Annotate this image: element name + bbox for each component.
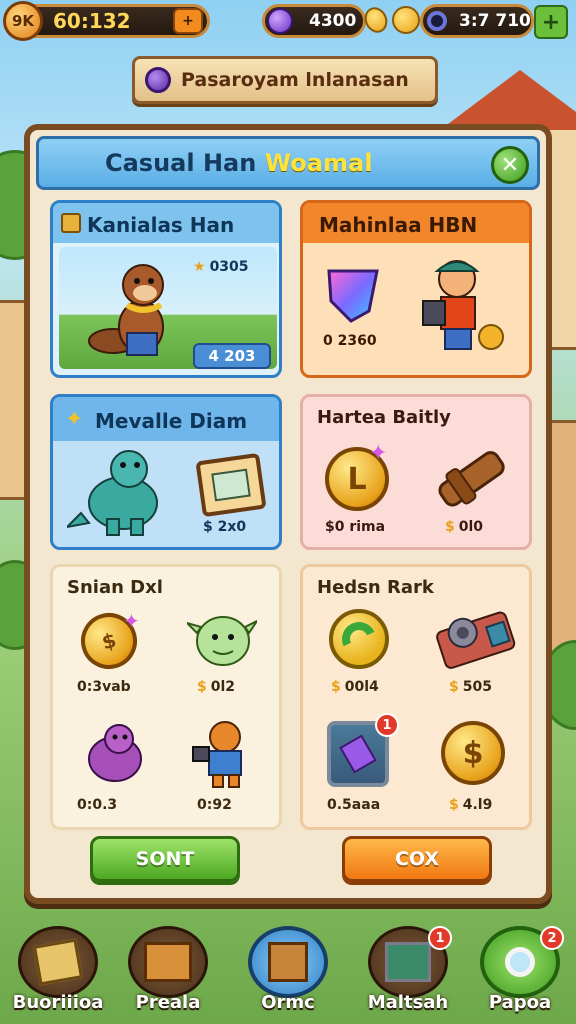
notification-badge: 2: [540, 926, 564, 950]
gem-icon: [267, 8, 293, 34]
sparkle-icon: ✦: [123, 609, 140, 633]
item-price: 0:92: [197, 797, 232, 813]
close-button[interactable]: ✕: [491, 146, 529, 184]
panel-title-highlight: Woamal: [264, 149, 373, 177]
ring-icon: [427, 11, 447, 31]
currency-icons: [360, 4, 420, 36]
card-title: Hartea Baitly: [317, 407, 451, 428]
dollar-coin-icon: $: [441, 721, 505, 785]
machine-gadget-icon: [436, 611, 516, 669]
item-price: 0.5aaa: [327, 797, 381, 813]
nav-item-maltsah[interactable]: 1 Maltsah: [354, 920, 462, 1024]
shop-panel: Casual Han Woamal ✕ Kanialas Han ★ 0305 4…: [24, 124, 552, 904]
card-title: Snian Dxl: [67, 577, 163, 598]
dragon-character-icon: [67, 450, 158, 536]
card-price: 0 2360: [323, 333, 377, 349]
item-price: $0l2: [197, 679, 236, 695]
shop-card-mevalle-diam[interactable]: Mevalle Diam ✦ $ 2x0: [50, 394, 282, 550]
timer-text: 60:132: [53, 9, 131, 33]
coin-counter: 3:7 710: [420, 4, 534, 38]
card-title: Mevalle Diam: [95, 409, 248, 433]
top-resource-bar: 9K 60:132 + 4300 3:7 710 +: [0, 0, 576, 44]
card-price-top: ★ 0305: [193, 259, 249, 275]
item-price: $4.l9: [449, 797, 493, 813]
level-badge: 9K: [3, 1, 43, 41]
wooden-log-icon: [438, 451, 505, 507]
gift-box-icon: [248, 926, 328, 998]
nav-label: Maltsah: [367, 992, 449, 1013]
panel-header: Casual Han Woamal ✕: [36, 136, 540, 190]
gold-leaf-icon: [360, 4, 392, 36]
box-icon: [128, 926, 208, 998]
green-arrow-coin-icon: [329, 609, 389, 669]
level-timer-pill: 9K 60:132 +: [3, 1, 210, 41]
card-title: Mahinlaa HBN: [319, 213, 478, 237]
sort-button[interactable]: SONT: [90, 836, 240, 882]
add-time-button[interactable]: +: [173, 8, 203, 34]
card-title: Kanialas Han: [87, 213, 235, 237]
gem-count: 4300: [309, 11, 357, 31]
shop-card-mahinlaa-hbn[interactable]: Mahinlaa HBN 0 2360: [300, 200, 532, 378]
map-tablet-icon: [195, 452, 267, 518]
card-price: $ 2x0: [203, 519, 247, 535]
card-buy-price[interactable]: 4 203: [193, 343, 271, 369]
card-price-right: $0l0: [445, 519, 484, 535]
rainbow-gem-icon: [327, 269, 379, 323]
shop-card-hedsn-rark[interactable]: Hedsn Rark $00l4 $505 1 0.5aaa $ $4.l9: [300, 564, 532, 830]
shop-card-hartea-baitly[interactable]: Hartea Baitly L ✦ $0 rima $0l0: [300, 394, 532, 550]
nav-item-papoa[interactable]: 2 Papoa: [466, 920, 574, 1024]
explorer-character-icon: [422, 260, 504, 350]
gem-counter: 4300: [262, 4, 366, 38]
nav-label: Papoa: [488, 992, 552, 1013]
smiley-coin-icon: [392, 6, 420, 34]
sparkle-icon: ✦: [65, 407, 84, 432]
notification-badge: 1: [428, 926, 452, 950]
event-banner[interactable]: Pasaroyam lnlanasan: [132, 56, 438, 104]
beaver-character-icon: [88, 264, 164, 356]
nav-item-buoriiioa[interactable]: Buoriiioa: [4, 920, 112, 1024]
item-price: $505: [449, 679, 492, 695]
bottom-nav: Buoriiioa Preala Ormc 1 Maltsah 2 Papoa: [0, 920, 576, 1024]
goblin-head-icon: [187, 616, 257, 666]
card-price-left: $0 rima: [325, 519, 386, 535]
purple-creature-icon: [88, 724, 142, 782]
cox-button[interactable]: COX: [342, 836, 492, 882]
item-price: 0:3vab: [77, 679, 131, 695]
shop-card-snian-dxl[interactable]: Snian Dxl $ ✦ 0:3vab $0l2 0:0.3 0:92: [50, 564, 282, 830]
coin-count: 3:7 710: [459, 11, 531, 31]
crate-icon: [18, 926, 98, 998]
add-currency-button[interactable]: +: [534, 5, 568, 39]
item-price: $00l4: [331, 679, 379, 695]
nav-label: Buoriiioa: [12, 992, 104, 1013]
bear-character-icon: [192, 721, 242, 788]
panel-title-main: Casual Han: [105, 149, 257, 177]
star-icon: ★: [193, 259, 206, 275]
shop-card-kanialas-han[interactable]: Kanialas Han ★ 0305 4 203: [50, 200, 282, 378]
sparkle-icon: ✦: [369, 441, 388, 466]
banner-text: Pasaroyam lnlanasan: [181, 69, 409, 91]
nav-label: Ormc: [261, 992, 315, 1013]
panel-title: Casual Han Woamal: [105, 149, 372, 177]
nav-item-preala[interactable]: Preala: [114, 920, 222, 1024]
nav-label: Preala: [135, 992, 201, 1013]
card-title: Hedsn Rark: [317, 577, 434, 598]
event-icon: [145, 67, 171, 93]
notification-badge: 1: [375, 713, 399, 737]
scroll-icon: [61, 213, 81, 233]
nav-item-ormc[interactable]: Ormc: [234, 920, 342, 1024]
potion-card-icon: 1: [327, 713, 399, 787]
item-price: 0:0.3: [77, 797, 118, 813]
